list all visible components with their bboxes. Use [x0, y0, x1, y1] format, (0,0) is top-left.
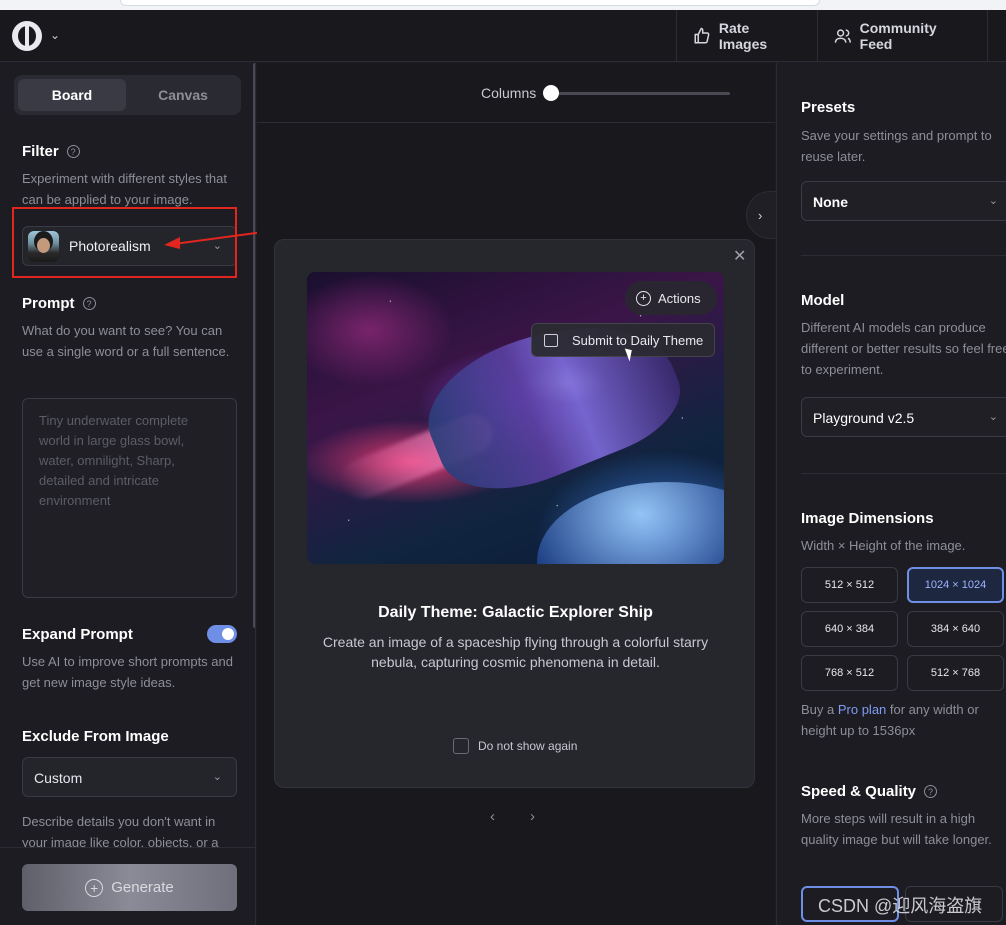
expand-prompt-description: Use AI to improve short prompts and get …: [22, 654, 233, 690]
dimension-option[interactable]: 384 × 640: [907, 611, 1004, 647]
board-canvas-switch: Board Canvas: [14, 75, 241, 115]
browser-strip: [0, 0, 1006, 10]
prompt-description: What do you want to see? You can use a s…: [22, 323, 230, 359]
sidebar-scrollbar[interactable]: [253, 63, 255, 628]
rate-images-label: Rate Images: [718, 20, 768, 52]
generate-bar: + Generate: [0, 847, 255, 925]
left-sidebar: Board Canvas Filter ? Experiment with di…: [0, 63, 256, 925]
dont-show-again[interactable]: Do not show again: [453, 738, 577, 754]
presets-title: Presets: [801, 99, 856, 116]
columns-slider-handle[interactable]: [543, 85, 559, 101]
exclude-value: Custom: [34, 770, 83, 786]
chevron-left-icon[interactable]: ‹: [490, 808, 495, 825]
columns-label: Columns: [481, 85, 537, 101]
plus-circle-icon: +: [636, 290, 651, 306]
model-select[interactable]: Playground v2.5 ⌄: [801, 397, 1006, 437]
community-feed-button[interactable]: Community Feed: [817, 10, 987, 62]
community-feed-label: Community Feed: [859, 20, 937, 52]
daily-theme-modal: ✕ + Actions Submit to Daily Theme Daily …: [274, 239, 755, 788]
filter-title: Filter: [22, 143, 59, 160]
dimension-option[interactable]: 640 × 384: [801, 611, 898, 647]
close-icon[interactable]: ✕: [733, 246, 746, 266]
modal-description: Create an image of a spaceship flying th…: [322, 634, 709, 670]
generate-label: Generate: [111, 879, 174, 896]
settings-panel: Presets Save your settings and prompt to…: [776, 63, 1006, 925]
address-bar[interactable]: [120, 0, 820, 6]
expand-prompt-toggle[interactable]: [207, 625, 237, 643]
more-nav-button[interactable]: [987, 10, 1006, 62]
dont-show-label: Do not show again: [478, 739, 578, 753]
playground-logo-icon[interactable]: [12, 21, 42, 51]
dimension-option-selected[interactable]: 1024 × 1024: [907, 567, 1004, 603]
speed-description: More steps will result in a high quality…: [801, 811, 992, 847]
help-icon[interactable]: ?: [924, 785, 938, 798]
tab-board[interactable]: Board: [18, 79, 126, 111]
speed-heading: Speed & Quality ?: [801, 783, 938, 800]
submit-daily-theme-label: Submit to Daily Theme: [572, 332, 704, 348]
chevron-right-icon: ›: [758, 207, 763, 223]
tab-canvas[interactable]: Canvas: [129, 79, 237, 111]
pro-plan-note: Buy a Pro plan for any width or height u…: [801, 699, 1006, 741]
top-nav: ⌄ Rate Images Community Feed: [0, 10, 1006, 62]
model-title: Model: [801, 292, 845, 309]
help-icon[interactable]: ?: [66, 145, 80, 158]
presets-value: None: [813, 194, 848, 210]
filter-description: Experiment with different styles that ca…: [22, 171, 227, 207]
modal-title: Daily Theme: Galactic Explorer Ship: [378, 604, 653, 621]
columns-slider-track[interactable]: [544, 92, 730, 95]
model-description: Different AI models can produce differen…: [801, 320, 1006, 377]
dont-show-checkbox[interactable]: [453, 738, 469, 754]
help-icon[interactable]: ?: [82, 297, 96, 310]
chevron-down-icon: ⌄: [212, 771, 222, 783]
divider: [801, 473, 1006, 474]
exclude-heading: Exclude From Image: [22, 728, 169, 745]
chevron-down-icon: ⌄: [988, 195, 998, 207]
dimensions-title: Image Dimensions: [801, 510, 934, 527]
generate-button[interactable]: + Generate: [22, 864, 237, 911]
prompt-heading: Prompt ?: [22, 295, 96, 312]
plus-circle-icon: +: [85, 878, 104, 897]
expand-prompt-title: Expand Prompt: [22, 626, 133, 643]
model-value: Playground v2.5: [813, 410, 915, 426]
submit-daily-theme-button[interactable]: Submit to Daily Theme: [531, 323, 715, 357]
actions-label: Actions: [658, 290, 701, 306]
dimension-option[interactable]: 512 × 512: [801, 567, 898, 603]
speed-title: Speed & Quality: [801, 783, 917, 800]
calendar-icon: [544, 333, 558, 347]
actions-button[interactable]: + Actions: [625, 281, 717, 315]
dimensions-description: Width × Height of the image.: [801, 538, 966, 553]
users-icon: [834, 29, 851, 43]
exclude-title: Exclude From Image: [22, 728, 169, 745]
pro-plan-prefix: Buy a: [801, 702, 838, 717]
dimension-option[interactable]: 512 × 768: [907, 655, 1004, 691]
daily-theme-image: + Actions Submit to Daily Theme: [307, 272, 724, 564]
dimension-option[interactable]: 768 × 512: [801, 655, 898, 691]
exclude-select[interactable]: Custom ⌄: [22, 757, 237, 797]
chevron-down-icon: ⌄: [988, 411, 998, 423]
filter-heading: Filter ?: [22, 143, 80, 160]
prompt-title: Prompt: [22, 295, 75, 312]
chevron-right-icon[interactable]: ›: [530, 808, 535, 825]
presets-description: Save your settings and prompt to reuse l…: [801, 128, 992, 164]
presets-select[interactable]: None ⌄: [801, 181, 1006, 221]
thumbs-up-icon: [694, 27, 710, 44]
chevron-down-icon[interactable]: ⌄: [50, 28, 60, 42]
watermark-text: CSDN @迎风海盗旗: [818, 896, 983, 916]
expand-prompt-heading: Expand Prompt: [22, 626, 133, 643]
columns-bar: Columns: [257, 63, 775, 123]
prompt-input[interactable]: Tiny underwater complete world in large …: [22, 398, 237, 598]
divider: [801, 255, 1006, 256]
rate-images-button[interactable]: Rate Images: [676, 10, 817, 62]
pro-plan-link[interactable]: Pro plan: [838, 702, 886, 717]
